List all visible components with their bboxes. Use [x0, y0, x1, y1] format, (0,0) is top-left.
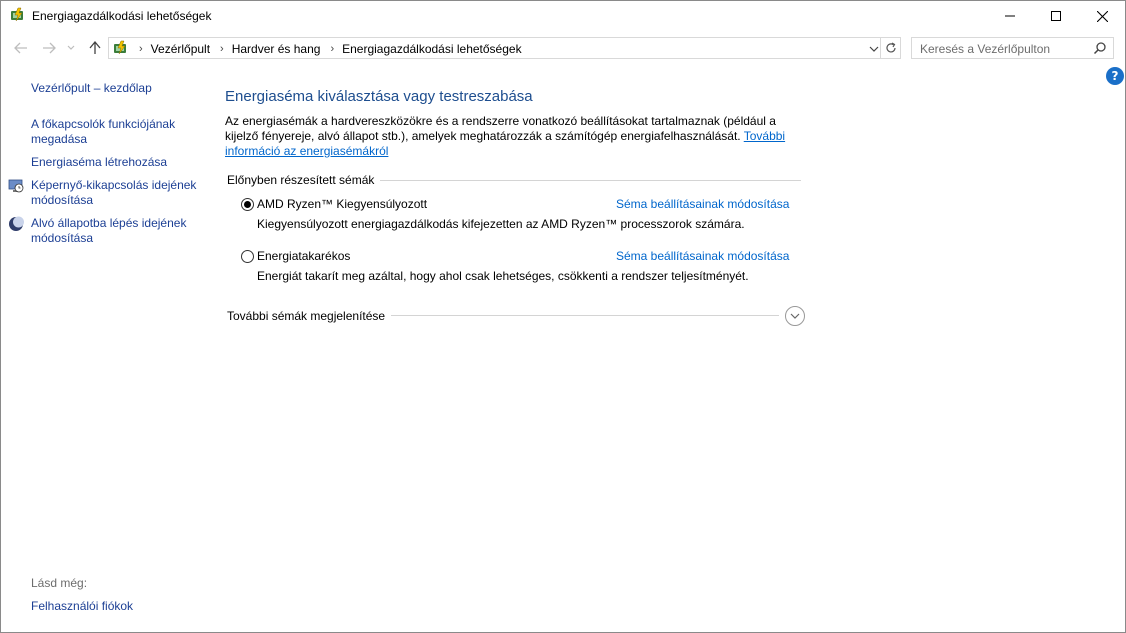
- see-also-user-accounts[interactable]: Felhasználói fiókok: [31, 599, 133, 614]
- sidebar-item-sleep-time[interactable]: Alvó állapotba lépés idejének módosítása: [31, 216, 206, 246]
- search-box[interactable]: Keresés a Vezérlőpulton: [911, 37, 1114, 59]
- expand-chevron-icon[interactable]: [785, 306, 805, 326]
- address-bar[interactable]: › Vezérlőpult › Hardver és hang › Energi…: [108, 37, 881, 59]
- control-panel-icon: [112, 40, 130, 58]
- sidebar-item-create-plan[interactable]: Energiaséma létrehozása: [31, 155, 167, 170]
- search-icon[interactable]: [1093, 41, 1107, 55]
- maximize-button[interactable]: [1033, 1, 1079, 31]
- close-button[interactable]: [1079, 1, 1125, 31]
- plan-radio-amd-balanced[interactable]: [241, 198, 254, 211]
- more-plans-label[interactable]: További sémák megjelenítése: [227, 309, 392, 323]
- refresh-button[interactable]: [881, 37, 901, 59]
- breadcrumb-separator-icon[interactable]: ›: [330, 43, 334, 55]
- back-button[interactable]: [11, 38, 31, 58]
- up-button[interactable]: [85, 38, 105, 58]
- search-placeholder: Keresés a Vezérlőpulton: [920, 42, 1051, 56]
- forward-button[interactable]: [39, 38, 59, 58]
- plan-name-power-saver[interactable]: Energiatakarékos: [257, 249, 350, 263]
- description-text: Az energiasémák a hardvereszközökre és a…: [225, 114, 776, 143]
- address-dropdown-chevron-icon[interactable]: [867, 41, 881, 57]
- sidebar-item-power-buttons[interactable]: A főkapcsolók funkciójának megadása: [31, 117, 201, 147]
- breadcrumb-separator-icon[interactable]: ›: [139, 43, 143, 55]
- left-pane: Vezérlőpult – kezdőlap A főkapcsolók fun…: [1, 63, 216, 623]
- plan-name-amd-balanced[interactable]: AMD Ryzen™ Kiegyensúlyozott: [257, 197, 427, 211]
- sidebar-item-display-off-time[interactable]: Képernyő-kikapcsolás idejének módosítása: [31, 178, 206, 208]
- title-bar: Energiagazdálkodási lehetőségek: [1, 1, 1125, 31]
- breadcrumb-power-options[interactable]: Energiagazdálkodási lehetőségek: [342, 42, 521, 56]
- power-options-icon: [9, 7, 27, 25]
- minimize-button[interactable]: [987, 1, 1033, 31]
- see-also-label: Lásd még:: [31, 576, 88, 590]
- breadcrumb: › Vezérlőpult › Hardver és hang › Energi…: [135, 42, 522, 56]
- navigation-bar: › Vezérlőpult › Hardver és hang › Energi…: [1, 34, 1125, 62]
- help-icon[interactable]: ?: [1106, 67, 1124, 85]
- display-timer-icon: [8, 178, 24, 194]
- breadcrumb-separator-icon[interactable]: ›: [220, 43, 224, 55]
- plan-settings-link-amd-balanced[interactable]: Séma beállításainak módosítása: [616, 197, 789, 211]
- window-title: Energiagazdálkodási lehetőségek: [32, 9, 212, 23]
- breadcrumb-hardware-sound[interactable]: Hardver és hang: [232, 42, 321, 56]
- sidebar-item-control-panel-home[interactable]: Vezérlőpult – kezdőlap: [31, 81, 152, 96]
- preferred-plans-title: Előnyben részesített sémák: [227, 173, 381, 187]
- plan-desc-amd-balanced: Kiegyensúlyozott energiagazdálkodás kife…: [257, 217, 745, 231]
- plan-settings-link-power-saver[interactable]: Séma beállításainak módosítása: [616, 249, 789, 263]
- sleep-moon-icon: [8, 216, 24, 232]
- plan-radio-power-saver[interactable]: [241, 250, 254, 263]
- recent-locations-chevron-icon[interactable]: [64, 38, 78, 58]
- breadcrumb-control-panel[interactable]: Vezérlőpult: [151, 42, 210, 56]
- plan-desc-power-saver: Energiát takarít meg azáltal, hogy ahol …: [257, 269, 749, 283]
- page-title: Energiaséma kiválasztása vagy testreszab…: [225, 88, 533, 105]
- control-panel-window: Energiagazdálkodási lehetőségek › Vezérl…: [0, 0, 1126, 633]
- page-description: Az energiasémák a hardvereszközökre és a…: [225, 114, 805, 159]
